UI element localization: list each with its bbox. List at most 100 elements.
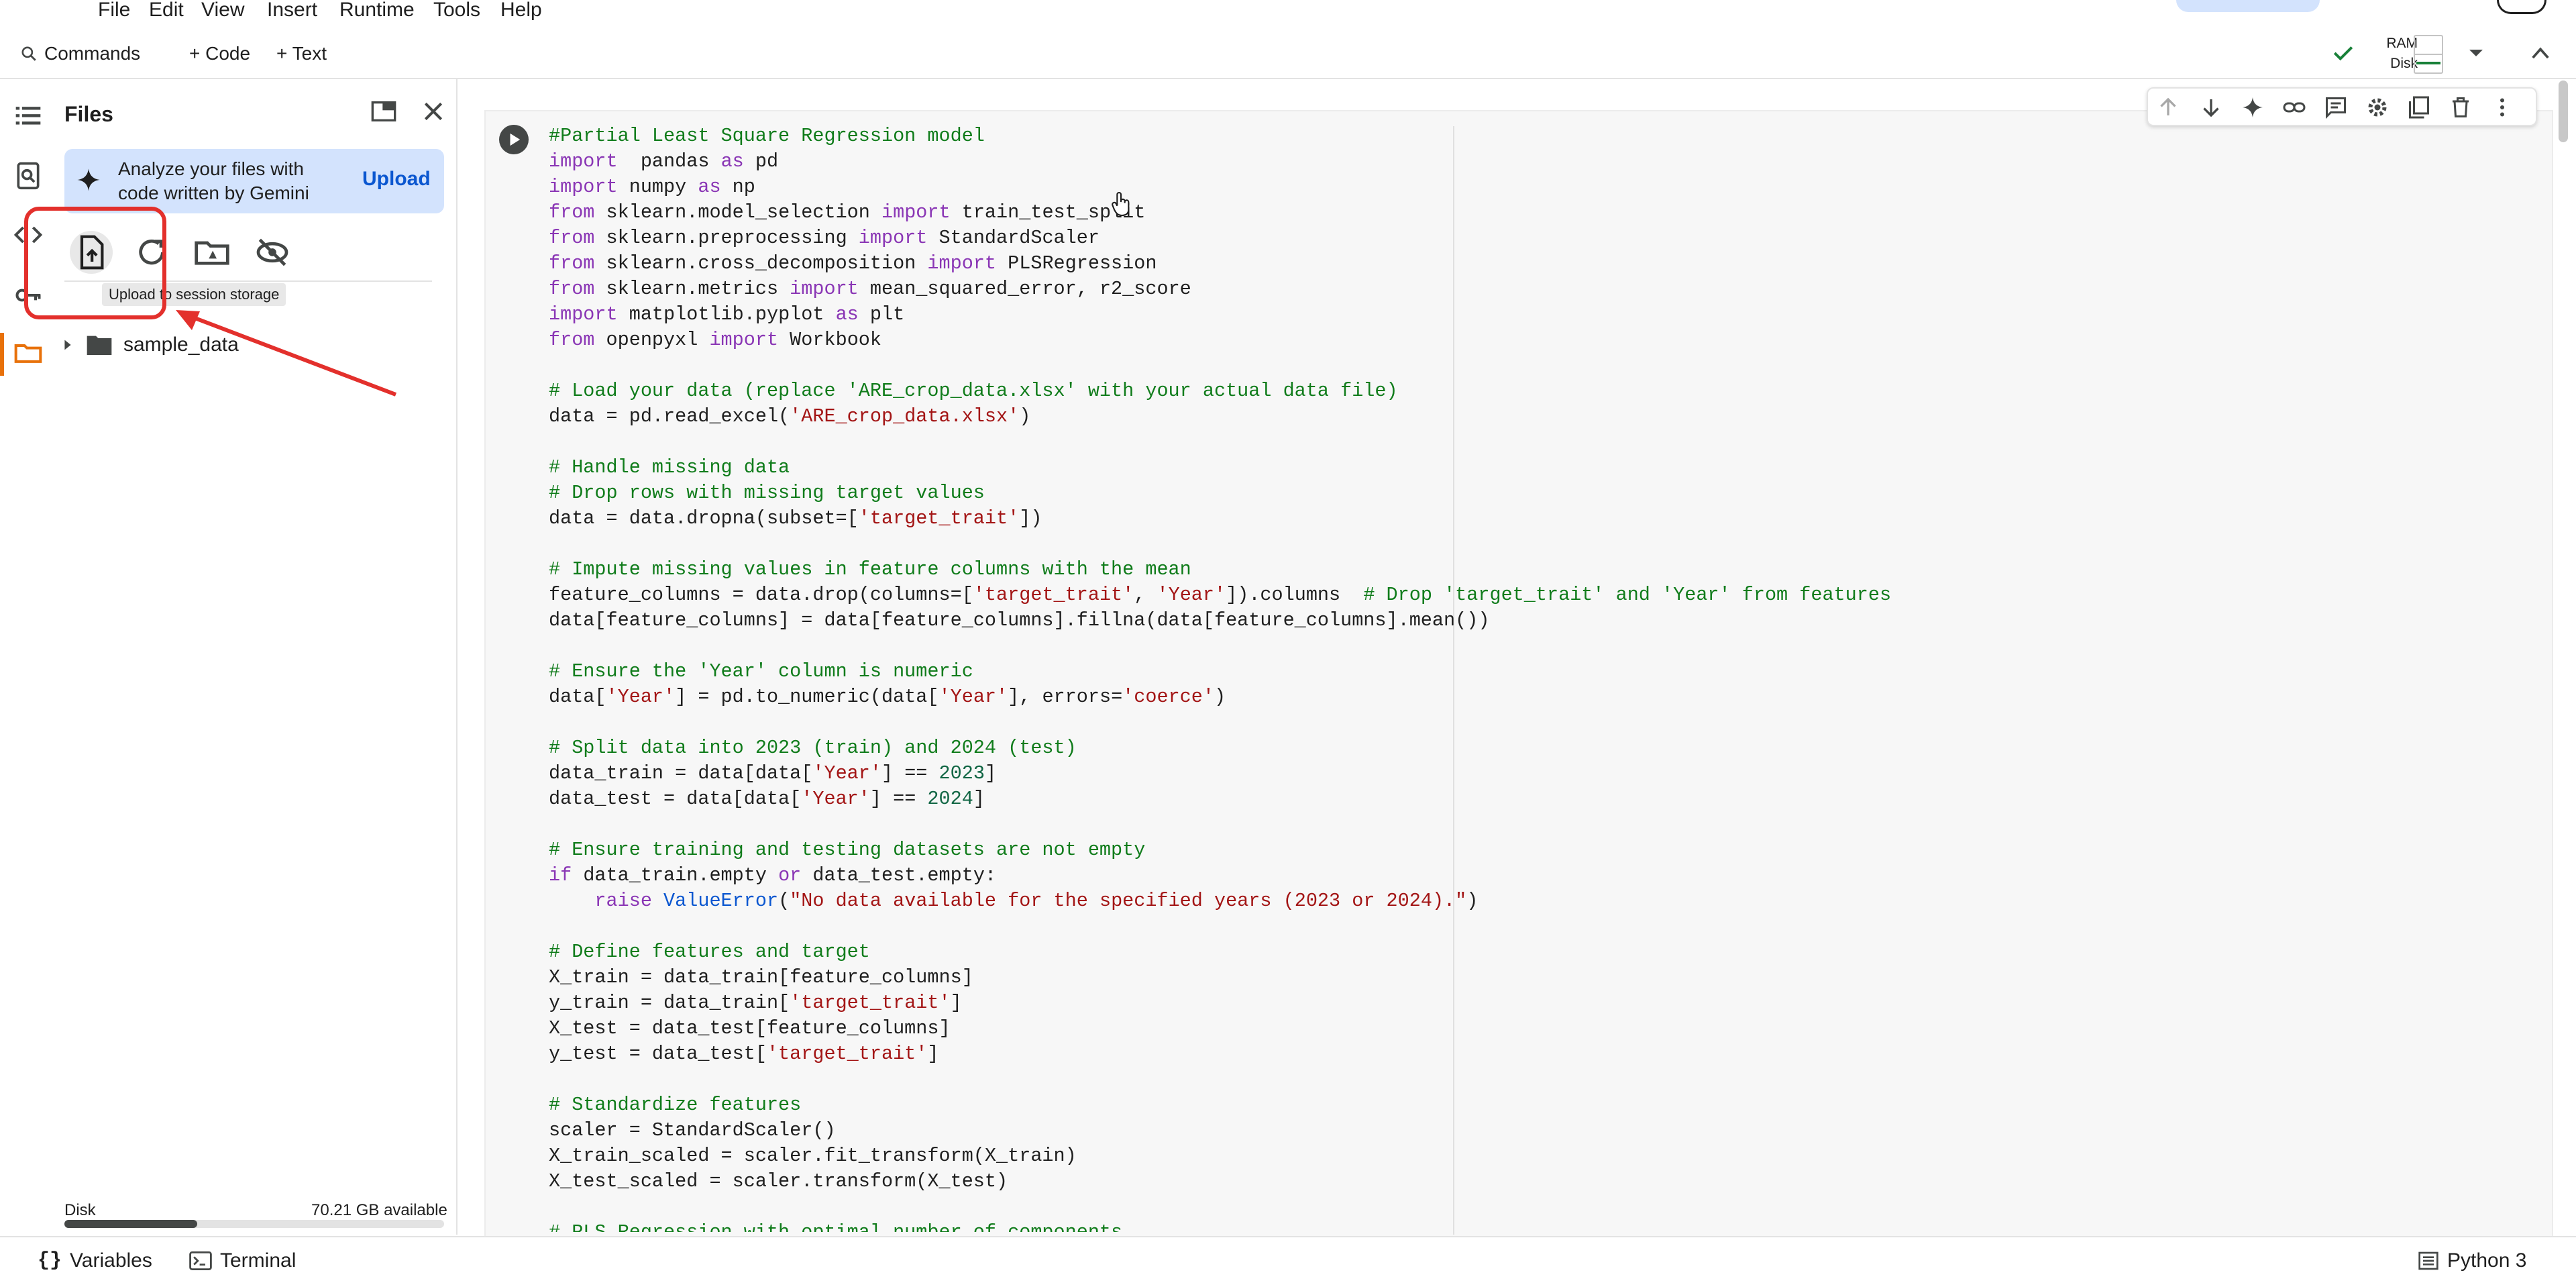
code-line: import matplotlib.pyplot as plt bbox=[549, 303, 905, 325]
terminal-label: Terminal bbox=[220, 1249, 297, 1272]
code-line: import numpy as np bbox=[549, 176, 755, 198]
gear-icon[interactable] bbox=[2365, 95, 2390, 119]
add-text-label: + Text bbox=[276, 43, 327, 64]
folder-icon bbox=[87, 336, 112, 355]
code-line: X_train_scaled = scaler.fit_transform(X_… bbox=[549, 1145, 1077, 1167]
add-text-button[interactable]: + Text bbox=[276, 40, 327, 67]
cell-toolbar bbox=[2147, 87, 2537, 126]
add-code-label: + Code bbox=[189, 43, 251, 64]
ram-label: RAM bbox=[2386, 36, 2418, 51]
terminal-button[interactable]: Terminal bbox=[189, 1249, 296, 1272]
code-line: # Ensure training and testing datasets a… bbox=[549, 839, 1146, 861]
runtime-label: Python 3 bbox=[2447, 1249, 2527, 1272]
disk-available: 70.21 GB available bbox=[311, 1201, 447, 1219]
code-line: from sklearn.preprocessing import Standa… bbox=[549, 227, 1099, 249]
code-line: from sklearn.metrics import mean_squared… bbox=[549, 278, 1191, 300]
commands-label: Commands bbox=[44, 43, 141, 64]
variables-button[interactable]: {} Variables bbox=[38, 1249, 152, 1272]
code-line: data = pd.read_excel('ARE_crop_data.xlsx… bbox=[549, 405, 1031, 427]
notebook-toolbar bbox=[0, 31, 2576, 79]
run-cell-button[interactable] bbox=[499, 125, 529, 154]
play-icon bbox=[510, 133, 521, 146]
resource-meter[interactable] bbox=[2414, 35, 2443, 74]
check-icon bbox=[2333, 46, 2353, 61]
status-bar bbox=[0, 1236, 2576, 1287]
code-line: # Split data into 2023 (train) and 2024 … bbox=[549, 737, 1077, 759]
gemini-text: Analyze your files with code written by … bbox=[118, 158, 309, 203]
terminal-icon bbox=[189, 1251, 212, 1270]
code-line: y_test = data_test['target_trait'] bbox=[549, 1043, 939, 1065]
resource-labels: RAM Disk bbox=[2373, 34, 2418, 74]
link-icon[interactable] bbox=[2282, 95, 2306, 119]
avatar[interactable] bbox=[2497, 0, 2546, 14]
sparkle-icon bbox=[77, 168, 100, 191]
code-line: # Load your data (replace 'ARE_crop_data… bbox=[549, 380, 1398, 402]
hand-cursor-icon bbox=[1112, 192, 1130, 217]
disk-resource-label: Disk bbox=[2390, 56, 2418, 71]
chevron-down-icon[interactable] bbox=[2466, 46, 2486, 60]
more-vert-icon[interactable] bbox=[2490, 95, 2514, 119]
disk-usage-fill bbox=[64, 1220, 197, 1228]
code-line: # Define features and target bbox=[549, 941, 870, 963]
share-button[interactable] bbox=[2176, 0, 2320, 12]
code-line: data = data.dropna(subset=['target_trait… bbox=[549, 507, 1042, 529]
menu-runtime[interactable]: Runtime bbox=[339, 0, 415, 21]
menu-insert[interactable]: Insert bbox=[267, 0, 317, 21]
menu-edit[interactable]: Edit bbox=[149, 0, 184, 21]
chevron-right-icon[interactable] bbox=[60, 338, 75, 352]
code-line: from openpyxl import Workbook bbox=[549, 329, 882, 351]
menu-tools[interactable]: Tools bbox=[433, 0, 480, 21]
code-line: #Partial Least Square Regression model bbox=[549, 125, 985, 147]
code-editor[interactable]: #Partial Least Square Regression model im… bbox=[549, 123, 1891, 1232]
hide-icon[interactable] bbox=[254, 234, 291, 271]
annotation-highlight-box bbox=[24, 207, 166, 319]
comment-icon[interactable] bbox=[2324, 95, 2348, 119]
commands-button[interactable]: Commands bbox=[20, 40, 140, 67]
arrow-down-icon[interactable] bbox=[2199, 95, 2223, 119]
arrow-up-icon[interactable] bbox=[2156, 95, 2180, 119]
code-line: # Standardize features bbox=[549, 1094, 802, 1116]
tree-item-sample-data[interactable]: sample_data bbox=[60, 330, 239, 360]
code-line: raise ValueError("No data available for … bbox=[594, 890, 1479, 912]
code-line: data_train = data[data['Year'] == 2023] bbox=[549, 762, 997, 784]
sparkle-icon[interactable] bbox=[2241, 95, 2265, 119]
mount-drive-icon[interactable] bbox=[193, 234, 231, 271]
code-line: data[feature_columns] = data[feature_col… bbox=[549, 609, 1490, 631]
code-line: data['Year'] = pd.to_numeric(data['Year'… bbox=[549, 686, 1226, 708]
code-line: # Handle missing data bbox=[549, 456, 790, 478]
mirror-cell-icon[interactable] bbox=[2407, 95, 2431, 119]
gemini-upload-link[interactable]: Upload bbox=[362, 168, 431, 191]
close-icon[interactable] bbox=[420, 98, 447, 125]
trash-icon[interactable] bbox=[2449, 95, 2473, 119]
search-icon bbox=[21, 46, 36, 61]
open-in-tab-icon[interactable] bbox=[370, 98, 397, 125]
code-line: from sklearn.cross_decomposition import … bbox=[549, 252, 1157, 274]
chevron-up-icon[interactable] bbox=[2529, 43, 2552, 63]
code-line: scaler = StandardScaler() bbox=[549, 1119, 836, 1141]
tree-item-label: sample_data bbox=[123, 333, 239, 356]
code-line: feature_columns = data.drop(columns=['ta… bbox=[549, 584, 1892, 606]
code-line: y_train = data_train['target_trait'] bbox=[549, 992, 962, 1014]
code-line: X_train = data_train[feature_columns] bbox=[549, 966, 973, 988]
runtime-icon bbox=[2418, 1251, 2438, 1270]
code-line: # PLS Regression with optimal number of … bbox=[549, 1220, 1891, 1232]
code-line: X_test_scaled = scaler.transform(X_test) bbox=[549, 1170, 1008, 1192]
scrollbar-thumb[interactable] bbox=[2559, 81, 2568, 142]
code-line: # Drop rows with missing target values bbox=[549, 482, 985, 504]
menu-view[interactable]: View bbox=[201, 0, 244, 21]
menu-file[interactable]: File bbox=[98, 0, 130, 21]
code-line: # Impute missing values in feature colum… bbox=[549, 558, 1191, 580]
add-code-button[interactable]: + Code bbox=[189, 40, 250, 67]
menu-help[interactable]: Help bbox=[500, 0, 542, 21]
runtime-button[interactable]: Python 3 bbox=[2418, 1249, 2526, 1272]
code-line: X_test = data_test[feature_columns] bbox=[549, 1017, 951, 1039]
